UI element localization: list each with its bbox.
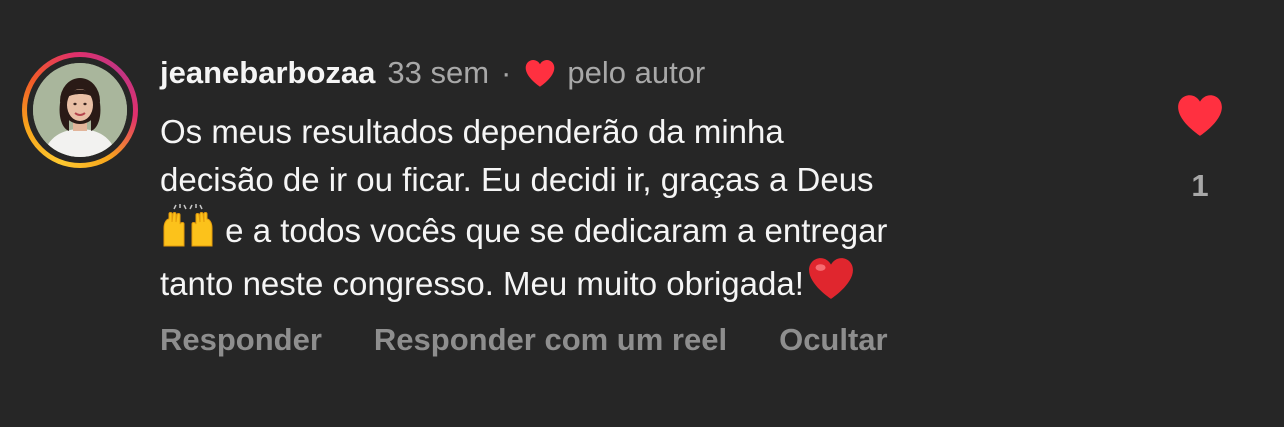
comment-text: Os meus resultados dependerão da minha d… [160, 108, 1160, 308]
liked-by-author-label: pelo autor [567, 55, 706, 90]
comment-meta: jeanebarbozaa 33 sem · pelo autor [160, 52, 1160, 94]
heart-icon [526, 60, 555, 87]
comment-content: jeanebarbozaa 33 sem · pelo autor Os meu… [160, 52, 1160, 308]
comment-text-line-with-emoji: e a todos vocês que se dedicaram a entre… [160, 204, 1160, 255]
raised-hands-emoji [163, 204, 213, 247]
comment-text-line: e a todos vocês que se dedicaram a entre… [216, 212, 888, 249]
comment-text-line: decisão de ir ou ficar. Eu decidi ir, gr… [160, 161, 874, 198]
comment-item: jeanebarbozaa 33 sem · pelo autor Os meu… [0, 0, 1284, 427]
username-link[interactable]: jeanebarbozaa [160, 55, 375, 91]
comment-text-line: tanto neste congresso. Meu muito obrigad… [160, 265, 804, 302]
like-count[interactable]: 1 [1168, 168, 1232, 204]
heart-icon[interactable] [1175, 92, 1225, 138]
like-column: 1 [1168, 92, 1232, 204]
reply-with-reel-button[interactable]: Responder com um reel [374, 322, 727, 358]
comment-text-line-with-emoji: tanto neste congresso. Meu muito obrigad… [160, 255, 1160, 308]
avatar-gap [27, 57, 133, 163]
comment-text-line: Os meus resultados dependerão da minha [160, 113, 784, 150]
separator-dot: · [501, 55, 512, 90]
avatar-photo [33, 63, 127, 157]
timestamp: 33 sem [387, 55, 490, 90]
hide-button[interactable]: Ocultar [779, 322, 888, 358]
avatar[interactable] [33, 63, 127, 157]
comment-actions: Responder Responder com um reel Ocultar [160, 322, 940, 358]
red-heart-emoji [808, 258, 853, 299]
story-ring[interactable] [22, 52, 138, 168]
reply-button[interactable]: Responder [160, 322, 322, 358]
